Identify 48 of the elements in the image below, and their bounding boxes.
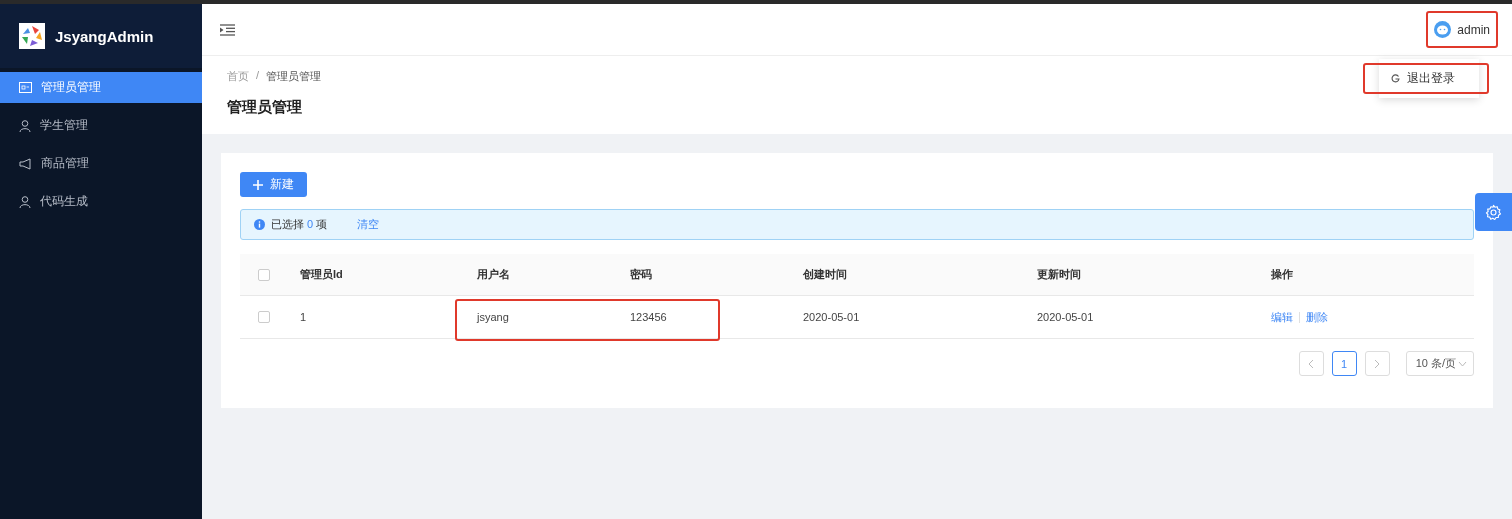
action-link[interactable]: 编辑: [1271, 309, 1293, 325]
column-header: 操作: [1270, 267, 1294, 282]
sidebar-item[interactable]: 管理员管理: [0, 72, 202, 103]
table-cell-text: 123456: [629, 311, 668, 323]
megaphone-icon: [19, 157, 32, 170]
table-cell-text: 2020-05-01: [802, 311, 861, 323]
breadcrumb-item[interactable]: 首页: [227, 69, 249, 84]
logout-menu-item[interactable]: 退出登录: [1363, 63, 1489, 94]
column-header: 用户名: [476, 267, 511, 282]
table-cell-text: jsyang: [475, 311, 510, 323]
app-title: JsyangAdmin: [55, 27, 154, 45]
next-page-button[interactable]: [1364, 351, 1390, 376]
user-menu[interactable]: admin: [1426, 11, 1498, 48]
chevron-left-icon: [1308, 358, 1315, 369]
clear-link[interactable]: 清空: [357, 217, 380, 232]
logo-icon: [19, 23, 45, 49]
breadcrumb-separator: /: [256, 69, 260, 83]
previous-page-button[interactable]: [1298, 351, 1324, 376]
select-all-checkbox[interactable]: [258, 268, 270, 281]
new-button[interactable]: 新建: [240, 172, 307, 197]
user-icon: [19, 195, 31, 208]
avatar-icon: [1434, 21, 1452, 38]
row-checkbox[interactable]: [258, 311, 270, 323]
logout-icon: [1391, 74, 1400, 83]
user-icon: [19, 119, 31, 132]
column-header: 管理员Id: [299, 267, 344, 282]
selection-count: 已选择 0 项: [271, 217, 328, 232]
settings-icon: [1485, 203, 1502, 221]
settings-button[interactable]: [1475, 193, 1512, 231]
action-link[interactable]: 删除: [1306, 309, 1328, 325]
table-cell-text: 1: [299, 311, 308, 323]
sidebar-item[interactable]: 代码生成: [0, 186, 202, 217]
page-button[interactable]: 1: [1331, 351, 1357, 376]
table-cell-text: 2020-05-01: [1036, 311, 1095, 323]
plus-icon: [253, 179, 263, 190]
info-icon: [254, 219, 265, 230]
page-size-select[interactable]: 10 条/页: [1405, 351, 1474, 376]
caret-icon: [1458, 360, 1467, 367]
page-title: 管理员管理: [227, 98, 303, 117]
sidebar-item[interactable]: 学生管理: [0, 110, 202, 141]
id-card-icon: [19, 82, 32, 93]
column-header: 更新时间: [1036, 267, 1082, 282]
sidebar-item[interactable]: 商品管理: [0, 148, 202, 179]
breadcrumb-item: 管理员管理: [266, 69, 322, 84]
chevron-right-icon: [1374, 358, 1381, 369]
column-header: 密码: [629, 267, 653, 282]
menu-fold-icon[interactable]: [220, 23, 235, 36]
column-header: 创建时间: [802, 267, 848, 282]
